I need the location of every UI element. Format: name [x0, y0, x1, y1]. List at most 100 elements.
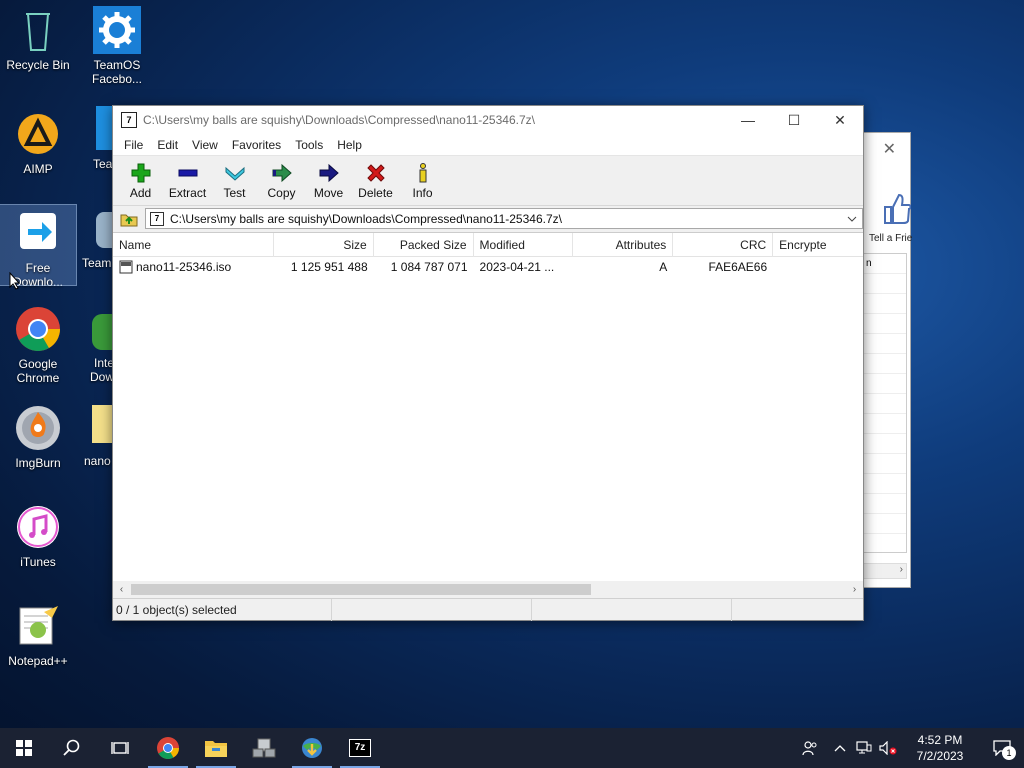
- taskbar-idm[interactable]: [288, 728, 336, 768]
- search-button[interactable]: [48, 728, 96, 768]
- info-button[interactable]: Info: [399, 156, 446, 205]
- start-icon: [16, 740, 32, 756]
- tell-a-friend-label[interactable]: Tell a Frie: [869, 233, 912, 244]
- people-icon[interactable]: [792, 728, 828, 768]
- background-horizontal-scrollbar[interactable]: ›: [863, 563, 907, 579]
- close-icon[interactable]: ✕: [883, 139, 896, 159]
- col-size[interactable]: Size: [274, 233, 374, 257]
- address-field[interactable]: 7 C:\Users\my balls are squishy\Download…: [145, 208, 863, 229]
- title-bar[interactable]: 7 C:\Users\my balls are squishy\Download…: [113, 106, 863, 134]
- chevron-up-icon[interactable]: [828, 728, 852, 768]
- table-row[interactable]: nano11-25346.iso 1 125 951 488 1 084 787…: [113, 257, 863, 277]
- chrome-icon: [157, 737, 179, 759]
- notification-count: 1: [1002, 746, 1016, 760]
- desktop-icon-notepadpp[interactable]: Notepad++: [0, 602, 76, 668]
- aimp-icon: [14, 110, 62, 158]
- scroll-right-icon[interactable]: ›: [900, 564, 903, 575]
- check-chevron-icon: [225, 166, 244, 181]
- menu-help[interactable]: Help: [330, 138, 369, 152]
- minus-icon: [178, 169, 197, 176]
- desktop-icon-itunes[interactable]: iTunes: [0, 503, 76, 569]
- network-icon[interactable]: [852, 728, 876, 768]
- scroll-right-icon[interactable]: ›: [846, 581, 863, 598]
- menu-view[interactable]: View: [185, 138, 225, 152]
- action-center-button[interactable]: 1: [980, 728, 1024, 768]
- desktop-icon-imgburn[interactable]: ImgBurn: [0, 404, 76, 470]
- partial-desktop-label: nano: [84, 454, 111, 468]
- 7zip-window[interactable]: 7 C:\Users\my balls are squishy\Download…: [112, 105, 864, 621]
- horizontal-scrollbar[interactable]: ‹ ›: [113, 581, 863, 598]
- partial-desktop-label: Dow: [90, 370, 115, 384]
- copy-button[interactable]: Copy: [258, 156, 305, 205]
- add-button[interactable]: Add: [117, 156, 164, 205]
- itunes-icon: [14, 503, 62, 551]
- desktop-icon-teamos[interactable]: TeamOS Facebo...: [79, 6, 155, 86]
- taskbar-7zip[interactable]: 7z: [336, 728, 384, 768]
- desktop-icon-recycle-bin[interactable]: Recycle Bin: [0, 6, 76, 72]
- imgburn-icon: [14, 404, 62, 452]
- chrome-icon: [14, 305, 62, 353]
- test-button[interactable]: Test: [211, 156, 258, 205]
- chevron-down-icon[interactable]: [844, 209, 860, 228]
- thumbs-up-icon: [881, 191, 912, 228]
- folder-up-button[interactable]: [117, 209, 141, 229]
- system-tray: 4:52 PM 7/2/2023 1: [792, 728, 1024, 768]
- extract-button[interactable]: Extract: [164, 156, 211, 205]
- col-attributes[interactable]: Attributes: [573, 233, 674, 257]
- col-packed-size[interactable]: Packed Size: [374, 233, 474, 257]
- file-packed-size: 1 084 787 071: [390, 260, 468, 274]
- menu-bar: File Edit View Favorites Tools Help: [113, 134, 863, 156]
- menu-favorites[interactable]: Favorites: [225, 138, 288, 152]
- internet-download-manager-icon: [302, 738, 322, 758]
- desktop-icon-label: Notepad++: [8, 654, 68, 668]
- col-encrypted[interactable]: Encrypte: [773, 233, 863, 257]
- mouse-cursor-icon: [9, 271, 21, 293]
- 7zip-app-icon: 7: [121, 112, 137, 128]
- file-list[interactable]: Name Size Packed Size Modified Attribute…: [113, 232, 863, 598]
- background-window[interactable]: ✕ Tell a Frie n ›: [858, 132, 912, 588]
- delete-button[interactable]: Delete: [352, 156, 399, 205]
- info-label: Info: [412, 185, 433, 200]
- maximize-button[interactable]: ☐: [771, 106, 817, 134]
- desktop-icon-chrome[interactable]: Google Chrome: [0, 305, 76, 385]
- scroll-left-icon[interactable]: ‹: [113, 581, 130, 598]
- move-arrow-icon: [319, 163, 339, 182]
- taskbar-chrome[interactable]: [144, 728, 192, 768]
- archive-icon: 7: [150, 211, 164, 226]
- background-list-panel: n: [863, 253, 907, 553]
- menu-tools[interactable]: Tools: [288, 138, 330, 152]
- status-segment: [532, 598, 732, 621]
- col-crc[interactable]: CRC: [673, 233, 774, 257]
- file-crc: FAE6AE66: [708, 260, 768, 274]
- status-segment: [332, 598, 532, 621]
- desktop-icon-label: Recycle Bin: [6, 58, 70, 72]
- col-name[interactable]: Name: [113, 233, 274, 257]
- partial-teamviewer-icon: [96, 212, 112, 248]
- clock-time: 4:52 PM: [917, 733, 963, 747]
- partial-folder-icon: [92, 405, 112, 443]
- menu-edit[interactable]: Edit: [150, 138, 185, 152]
- file-explorer-icon: [205, 741, 227, 757]
- col-modified[interactable]: Modified: [474, 233, 574, 257]
- desktop-icon-label: Google Chrome: [16, 357, 60, 385]
- minimize-button[interactable]: —: [725, 106, 771, 134]
- menu-file[interactable]: File: [117, 138, 150, 152]
- taskbar-network-share[interactable]: [240, 728, 288, 768]
- volume-muted-icon[interactable]: [876, 728, 900, 768]
- taskbar-file-explorer[interactable]: [192, 728, 240, 768]
- partial-teamviewer-icon: [96, 106, 112, 150]
- plus-icon: [131, 163, 150, 182]
- taskbar: 7z 4:52 PM 7/2/2023 1: [0, 728, 1024, 768]
- move-button[interactable]: Move: [305, 156, 352, 205]
- gear-icon: [93, 6, 141, 54]
- folder-up-icon: [120, 214, 138, 226]
- scrollbar-thumb[interactable]: [131, 584, 591, 595]
- start-button[interactable]: [0, 728, 48, 768]
- free-download-icon: [14, 209, 62, 257]
- address-text: C:\Users\my balls are squishy\Downloads\…: [170, 211, 562, 226]
- close-button[interactable]: ✕: [817, 106, 863, 134]
- desktop-icon-label: AIMP: [23, 162, 53, 176]
- clock[interactable]: 4:52 PM 7/2/2023: [900, 732, 980, 764]
- desktop-icon-aimp[interactable]: AIMP: [0, 110, 76, 176]
- task-view-button[interactable]: [96, 728, 144, 768]
